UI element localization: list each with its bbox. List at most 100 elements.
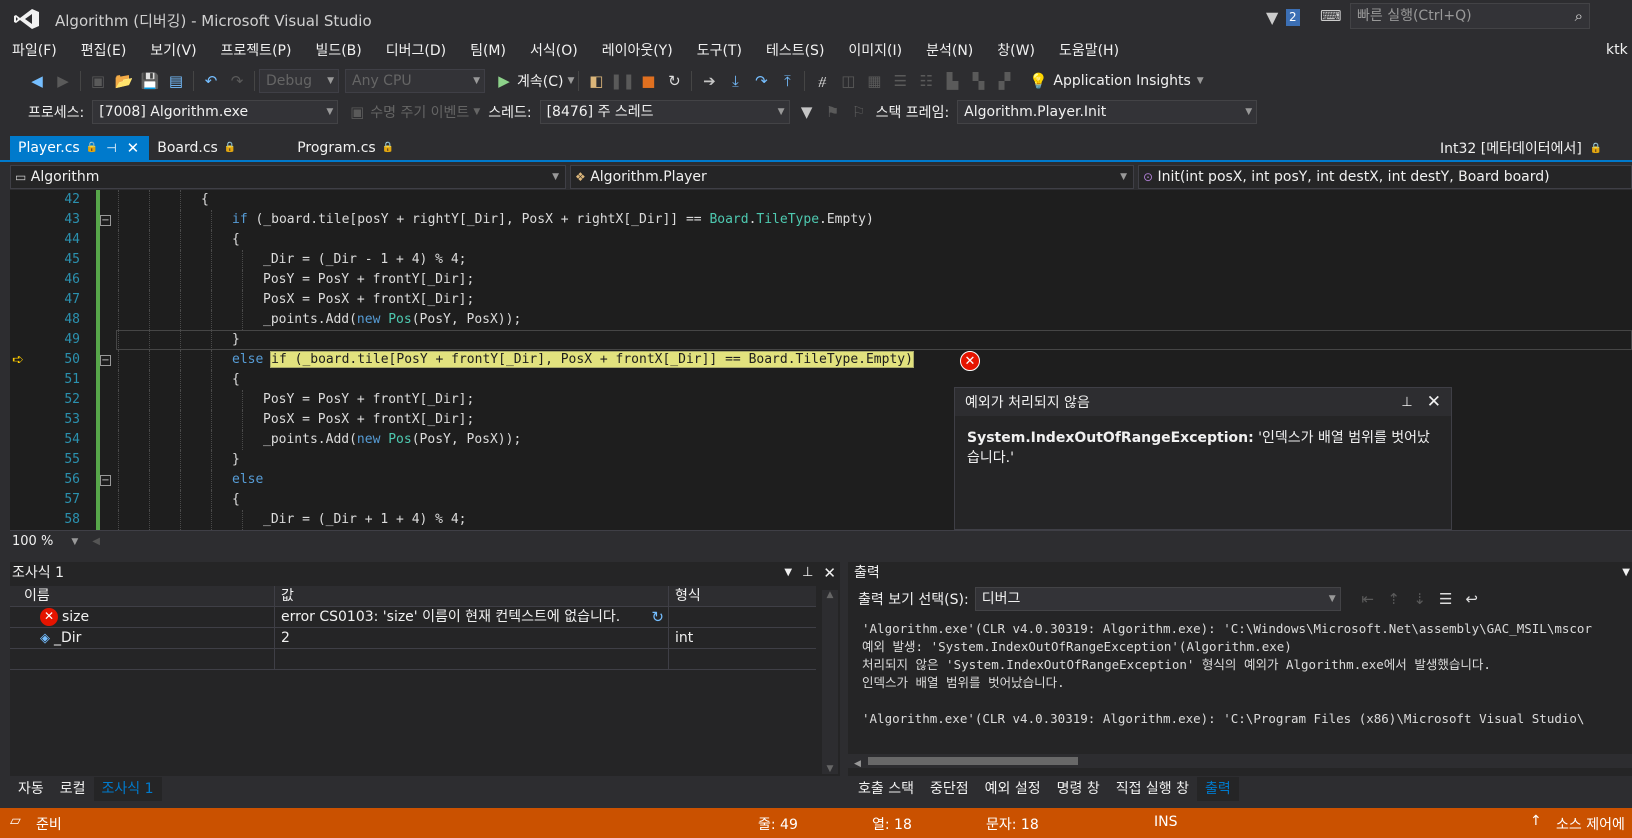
quick-launch-input[interactable]: 빠른 실행(Ctrl+Q) ⌕ xyxy=(1350,3,1590,29)
clear-all-icon[interactable]: ☰ xyxy=(1435,588,1457,610)
scrollbar-thumb[interactable] xyxy=(868,757,1078,765)
watch-scrollbar[interactable]: ▲ ▼ xyxy=(822,590,838,774)
align-icon[interactable]: ▦ xyxy=(863,70,885,92)
notification-badge[interactable]: 2 xyxy=(1286,9,1300,26)
user-name[interactable]: ktk xyxy=(1606,42,1628,58)
member-nav-select[interactable]: ⊙ Init(int posX, int posY, int destX, in… xyxy=(1138,165,1632,189)
pin-icon[interactable]: ⊥ xyxy=(802,562,813,584)
step-over-icon[interactable]: ↷ xyxy=(750,70,772,92)
chevron-down-icon[interactable]: ▼ xyxy=(784,562,792,584)
tab-program-cs[interactable]: Program.cs 🔒 xyxy=(289,136,404,160)
column-header-type[interactable]: 형식 xyxy=(669,586,816,606)
code-line[interactable]: 47 PosX = PosX + frontX[_Dir]; xyxy=(10,290,1632,310)
menu-item[interactable]: 레이아웃(Y) xyxy=(590,38,685,64)
search-icon[interactable]: ⌕ xyxy=(1575,4,1583,28)
menu-item[interactable]: 테스트(S) xyxy=(754,38,836,64)
word-wrap-icon[interactable]: ↩ xyxy=(1461,588,1483,610)
thread-filter-icon[interactable]: ▼ xyxy=(796,101,818,123)
table-row[interactable]: ✕ size error CS0103: 'size' 이름이 현재 컨텍스트에… xyxy=(10,607,816,628)
menu-item[interactable]: 디버그(D) xyxy=(374,38,458,64)
breakpoint-icon[interactable]: ◫ xyxy=(837,70,859,92)
code-line[interactable]: 49} xyxy=(10,330,1632,350)
close-icon[interactable]: ✕ xyxy=(1427,392,1441,412)
new-project-icon[interactable]: ▣ xyxy=(87,70,109,92)
chevron-down-icon[interactable]: ▼ xyxy=(71,537,78,547)
feedback-icon[interactable]: ⌨ xyxy=(1320,7,1342,25)
undo-icon[interactable]: ↶ xyxy=(200,70,222,92)
exception-icon[interactable]: ✕ xyxy=(960,351,980,371)
watch-name-cell[interactable] xyxy=(10,649,275,669)
process-select[interactable]: [7008] Algorithm.exe ▼ xyxy=(92,100,339,124)
find-message-icon[interactable]: ⇤ xyxy=(1357,588,1379,610)
chevron-down-icon[interactable]: ▼ xyxy=(567,76,574,86)
tab-call-stack[interactable]: 호출 스택 xyxy=(850,777,922,801)
step-into-icon[interactable]: ⤓ xyxy=(724,70,746,92)
code-line[interactable]: 48 _points.Add(new Pos(PosY, PosX)); xyxy=(10,310,1632,330)
menu-item[interactable]: 이미지(I) xyxy=(836,38,914,64)
process-icon[interactable]: ◧ xyxy=(585,70,607,92)
app-insights-button[interactable]: Application Insights xyxy=(1053,73,1190,89)
save-all-icon[interactable]: ▤ xyxy=(165,70,187,92)
stop-icon[interactable]: ■ xyxy=(637,70,659,92)
lightbulb-icon[interactable]: 💡 xyxy=(1027,70,1049,92)
collapse-icon[interactable]: − xyxy=(100,475,111,486)
show-next-statement-icon[interactable]: ➔ xyxy=(698,70,720,92)
tab-int32-metadata[interactable]: Int32 [메타데이터에서] 🔒 xyxy=(1440,136,1602,160)
tab-command-window[interactable]: 명령 창 xyxy=(1049,777,1108,801)
step-out-icon[interactable]: ⤒ xyxy=(776,70,798,92)
menu-item[interactable]: 도움말(H) xyxy=(1047,38,1131,64)
publish-icon[interactable]: ↑ xyxy=(1530,813,1542,829)
menu-item[interactable]: 빌드(B) xyxy=(303,38,373,64)
lifecycle-events-button[interactable]: 수명 주기 이벤트 xyxy=(370,102,469,122)
bookmark-icon[interactable]: ▙ xyxy=(941,70,963,92)
source-control-button[interactable]: 소스 제어에 xyxy=(1556,814,1625,834)
menu-item[interactable]: 편집(E) xyxy=(69,38,139,64)
menu-item[interactable]: 분석(N) xyxy=(914,38,985,64)
pause-icon[interactable]: ❚❚ xyxy=(610,70,635,92)
code-line[interactable]: 43 if (_board.tile[posY + rightY[_Dir], P… xyxy=(10,210,1632,230)
refresh-icon[interactable]: ↻ xyxy=(651,607,664,627)
output-text[interactable]: 'Algorithm.exe'(CLR v4.0.30319: Algorith… xyxy=(848,614,1632,742)
restart-icon[interactable]: ↻ xyxy=(663,70,685,92)
back-icon[interactable]: ◀ xyxy=(26,70,48,92)
thread-flag-icon[interactable]: ⚑ xyxy=(822,101,844,123)
save-icon[interactable]: 💾 xyxy=(139,70,161,92)
code-line[interactable]: 50 else if (_board.tile[PosY + frontY[_Di… xyxy=(10,350,1632,370)
tab-immediate-window[interactable]: 직접 실행 창 xyxy=(1108,777,1197,801)
play-icon[interactable]: ▶ xyxy=(493,70,515,92)
thread-select[interactable]: [8476] 주 스레드 ▼ xyxy=(539,100,790,124)
code-line[interactable]: 46 PosY = PosY + frontY[_Dir]; xyxy=(10,270,1632,290)
pin-icon[interactable]: ⊥ xyxy=(1401,395,1412,410)
chevron-down-icon[interactable]: ▼ xyxy=(473,107,480,117)
tab-breakpoints[interactable]: 중단점 xyxy=(922,777,977,801)
hex-display-icon[interactable]: ⧣ xyxy=(811,70,833,92)
watch-name-cell[interactable]: ◈ _Dir xyxy=(10,628,275,648)
tab-output[interactable]: 출력 xyxy=(1197,777,1239,801)
code-line[interactable]: 45 _Dir = (_Dir - 1 + 4) % 4; xyxy=(10,250,1632,270)
code-line[interactable]: 42 { xyxy=(10,190,1632,210)
tab-locals[interactable]: 로컬 xyxy=(52,777,94,801)
tab-player-cs[interactable]: Player.cs 🔒 ⊣ ✕ xyxy=(10,136,150,160)
table-row[interactable] xyxy=(10,649,816,670)
zoom-level[interactable]: 100 % xyxy=(12,534,53,549)
watch-value-cell[interactable]: 2 xyxy=(275,628,669,648)
prev-bookmark-icon[interactable]: ▚ xyxy=(967,70,989,92)
column-header-value[interactable]: 값 xyxy=(275,586,669,606)
chevron-down-icon[interactable]: ▼ xyxy=(1197,76,1204,86)
forward-icon[interactable]: ▶ xyxy=(52,70,74,92)
table-row[interactable]: ◈ _Dir 2 int xyxy=(10,628,816,649)
code-line[interactable]: 44 { xyxy=(10,230,1632,250)
output-hscrollbar[interactable]: ◀ xyxy=(848,754,1632,769)
next-message-icon[interactable]: ⇣ xyxy=(1409,588,1431,610)
filter-icon[interactable]: ▼ xyxy=(1266,8,1278,27)
platform-select[interactable]: Any CPU ▼ xyxy=(345,69,485,93)
comment-icon[interactable]: ☰ xyxy=(889,70,911,92)
open-file-icon[interactable]: 📂 xyxy=(113,70,135,92)
close-icon[interactable]: ✕ xyxy=(127,136,140,160)
config-select[interactable]: Debug ▼ xyxy=(259,69,339,93)
class-nav-select[interactable]: ❖ Algorithm.Player ▼ xyxy=(570,165,1134,189)
menu-item[interactable]: 파일(F) xyxy=(0,38,69,64)
uncomment-icon[interactable]: ☷ xyxy=(915,70,937,92)
close-icon[interactable]: ✕ xyxy=(823,562,836,584)
pin-icon[interactable]: ⊣ xyxy=(106,136,116,160)
